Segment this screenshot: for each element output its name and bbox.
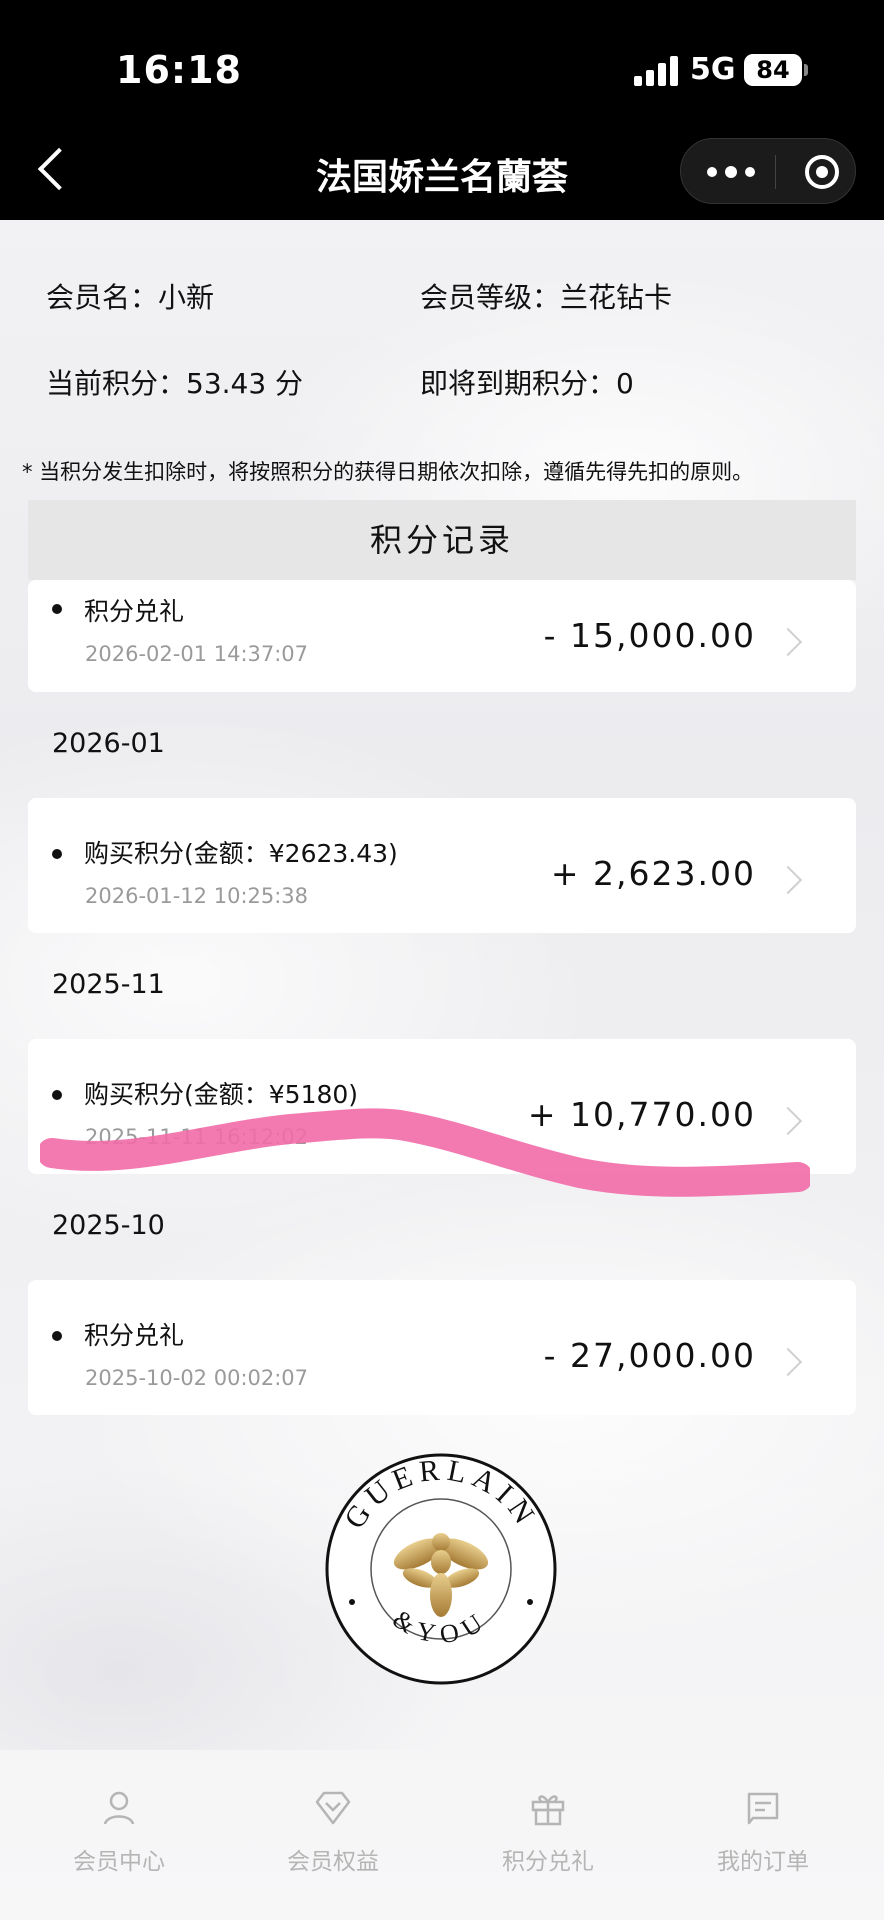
expiring-points: 即将到期积分：0 [420,367,634,400]
record-amount: - 27,000.00 [543,1336,756,1375]
chevron-right-icon [773,865,803,895]
record-item[interactable]: 购买积分(金额：¥2623.43) 2026-01-12 10:25:38 + … [28,798,856,933]
tab-label: 积分兑礼 [502,1849,594,1875]
diamond-icon [315,1791,351,1825]
status-time: 16:18 [116,48,242,92]
deduction-notice: * 当积分发生扣除时，将按照积分的获得日期依次扣除，遵循先得先扣的原则。 [22,460,754,484]
tab-points-redeem[interactable]: 积分兑礼 [468,1788,628,1876]
tab-label: 我的订单 [717,1849,809,1875]
top-bar: 16:18 5G 84 法国娇兰名蘭荟 [0,0,884,220]
month-heading: 2025-11 [52,969,165,1000]
gift-icon [531,1795,565,1826]
battery-tip [804,64,808,76]
close-miniprogram-icon[interactable] [805,155,839,189]
tab-member-center[interactable]: 会员中心 [39,1788,199,1876]
record-date: 2026-01-12 10:25:38 [85,884,309,908]
record-amount: - 15,000.00 [543,616,756,655]
capsule-divider [775,155,776,189]
bullet [52,849,62,859]
record-title: 购买积分(金额：¥2623.43) [84,839,398,868]
signal-icon [634,56,678,86]
bottom-tab-bar: 会员中心 会员权益 积分兑礼 我的订单 [0,1760,884,1920]
record-date: 2026-02-01 14:37:07 [85,642,309,666]
record-date: 2025-10-02 00:02:07 [85,1366,309,1390]
record-item[interactable]: 积分兑礼 2025-10-02 00:02:07 - 27,000.00 [28,1280,856,1415]
battery-icon: 84 [744,54,802,86]
current-points: 当前积分：53.43 分 [46,367,304,400]
bullet [52,1331,62,1341]
member-level: 会员等级：兰花钻卡 [420,281,673,314]
month-heading: 2025-10 [52,1210,165,1241]
tab-member-benefits[interactable]: 会员权益 [253,1788,413,1876]
record-title: 积分兑礼 [84,597,185,626]
tab-label: 会员中心 [73,1849,165,1875]
chevron-right-icon [773,1347,803,1377]
record-title: 积分兑礼 [84,1321,185,1350]
records-header: 积分记录 [28,500,856,580]
network-type: 5G [690,52,736,87]
redaction-scribble [40,1108,810,1197]
guerlain-logo: GUERLAIN &YOU [325,1453,557,1685]
record-item[interactable]: 积分兑礼 2026-02-01 14:37:07 - 15,000.00 [28,580,856,692]
record-amount: + 2,623.00 [550,854,756,893]
person-icon [103,1791,135,1825]
member-name: 会员名：小新 [46,281,215,314]
more-icon[interactable] [707,156,757,186]
month-heading: 2026-01 [52,728,165,759]
tab-label: 会员权益 [287,1849,379,1875]
chevron-right-icon [773,627,803,657]
mini-program-capsule [680,138,856,204]
bullet [52,604,62,614]
tab-my-orders[interactable]: 我的订单 [683,1788,843,1876]
order-icon [747,1792,779,1825]
